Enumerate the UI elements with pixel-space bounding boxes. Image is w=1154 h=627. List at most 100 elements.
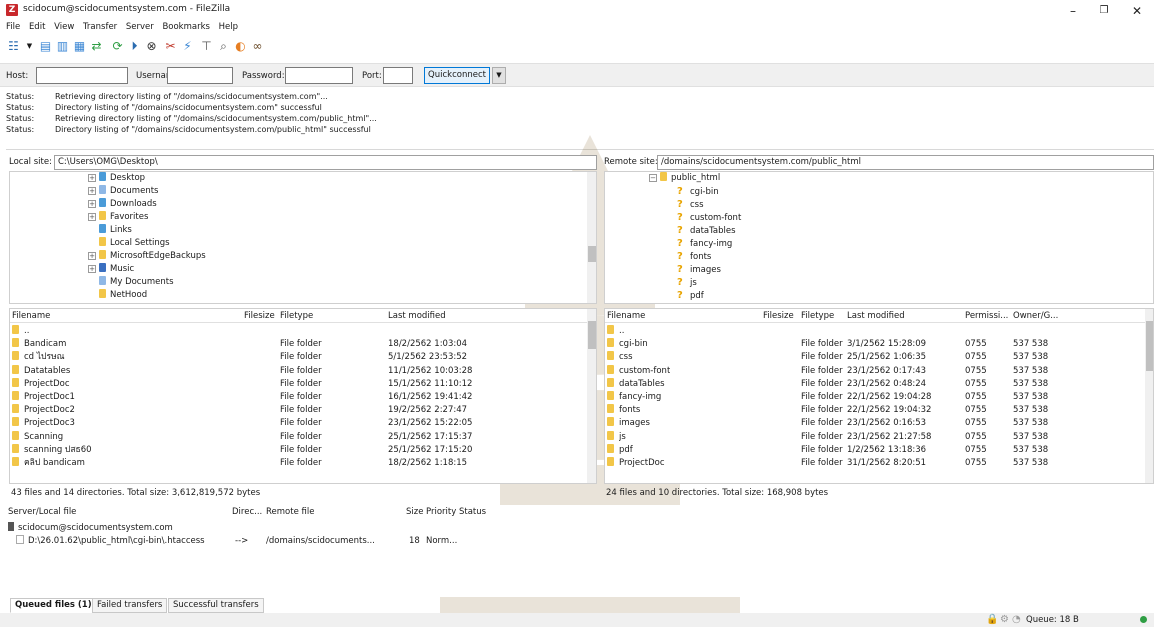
column-owner-group[interactable]: Owner/G... [1013, 310, 1058, 323]
local-site-path-input[interactable]: C:\Users\OMG\Desktop\ [54, 155, 597, 170]
menu-view[interactable]: View [54, 22, 74, 32]
file-row[interactable]: pdf File folder 1/2/2562 13:18:36 0755 537 5… [605, 443, 1153, 457]
tree-item-public-html[interactable]: − public_html [649, 172, 720, 185]
disconnect-icon[interactable]: ✂ [163, 39, 178, 54]
file-row[interactable]: fonts File folder 22/1/2562 19:04:32 0755 53… [605, 404, 1153, 417]
port-input[interactable] [383, 67, 413, 84]
toggle-local-tree-icon[interactable]: ▥ [55, 39, 70, 54]
file-row[interactable]: scanning ปสธ60 File folder 25/1/2562 17:15… [10, 443, 596, 457]
file-row[interactable]: css File folder 25/1/2562 1:06:35 0755 537 5… [605, 351, 1153, 364]
remote-site-path-input[interactable]: /domains/scidocumentsystem.com/public_ht… [657, 155, 1154, 170]
tree-item-remote[interactable]: ? js [677, 276, 697, 289]
menu-help[interactable]: Help [219, 22, 238, 32]
column-filename[interactable]: Filename [12, 310, 50, 323]
remote-directory-tree[interactable]: − public_html ? cgi-bin ? css ? custom-font … [604, 171, 1154, 304]
column-filesize[interactable]: Filesize [763, 310, 794, 323]
tab-queued-files[interactable]: Queued files (1) [10, 598, 97, 613]
tab-failed-transfers[interactable]: Failed transfers [92, 598, 168, 613]
queue-column-status[interactable]: Status [459, 506, 486, 519]
local-tree-scrollbar[interactable] [587, 172, 596, 303]
file-row[interactable]: fancy-img File folder 22/1/2562 19:04:28 07… [605, 391, 1153, 404]
queue-column-direction[interactable]: Direc... [232, 506, 262, 519]
minimize-button[interactable]: – [1058, 2, 1088, 20]
queue-column-file[interactable]: Server/Local file [8, 506, 76, 519]
queue-server-row[interactable]: scidocum@scidocumentsystem.com [8, 522, 173, 535]
file-row[interactable]: ProjectDoc3 File folder 23/1/2562 15:22:05 [10, 417, 596, 430]
tab-successful-transfers[interactable]: Successful transfers [168, 598, 264, 613]
quickconnect-dropdown-icon[interactable]: ▼ [492, 67, 506, 84]
queue-column-priority[interactable]: Priority [426, 506, 456, 519]
column-filename[interactable]: Filename [607, 310, 645, 323]
file-row[interactable]: ProjectDoc File folder 15/1/2562 11:10:12 [10, 377, 596, 391]
column-permissions[interactable]: Permissi... [965, 310, 1008, 323]
tree-item-nethood[interactable]: NetHood [99, 289, 147, 302]
tree-item-remote[interactable]: ? dataTables [677, 224, 736, 237]
sync-browsing-icon[interactable]: ◐ [233, 39, 248, 54]
tree-item-remote[interactable]: ? pdf [677, 289, 704, 302]
toggle-message-log-icon[interactable]: ▤ [38, 39, 53, 54]
tree-item-music[interactable]: + Music [88, 263, 134, 276]
tree-item-favorites[interactable]: + Favorites [88, 211, 148, 224]
scrollbar-thumb[interactable] [588, 321, 596, 349]
tree-item-downloads[interactable]: + Downloads [88, 198, 157, 211]
search-remote-icon[interactable]: ∞ [250, 39, 265, 54]
site-manager-icon[interactable]: ☷ [6, 39, 21, 54]
file-row[interactable]: dataTables File folder 23/1/2562 0:48:24 07… [605, 377, 1153, 391]
reconnect-icon[interactable]: ⚡ [180, 39, 195, 54]
file-row[interactable]: images File folder 23/1/2562 0:16:53 0755 53… [605, 417, 1153, 430]
column-filetype[interactable]: Filetype [280, 310, 313, 323]
site-manager-dropdown-icon[interactable]: ▼ [22, 39, 37, 54]
tree-item-remote[interactable]: ? fancy-img [677, 237, 732, 250]
queue-column-size[interactable]: Size [406, 506, 423, 519]
menu-file[interactable]: File [6, 22, 20, 32]
tree-item-local-settings[interactable]: Local Settings [99, 237, 170, 250]
tree-item-remote[interactable]: ? images [677, 263, 721, 276]
username-input[interactable] [167, 67, 233, 84]
refresh-icon[interactable]: ⟳ [110, 39, 125, 54]
tree-item-desktop[interactable]: + Desktop [88, 172, 145, 185]
remote-list-scrollbar[interactable] [1145, 309, 1153, 483]
column-filesize[interactable]: Filesize [244, 310, 275, 323]
menu-transfer[interactable]: Transfer [83, 22, 117, 32]
tree-item-microsoftedgebackups[interactable]: + MicrosoftEdgeBackups [88, 250, 206, 263]
tree-item-links[interactable]: Links [99, 224, 132, 237]
toggle-remote-tree-icon[interactable]: ▦ [72, 39, 87, 54]
host-input[interactable] [36, 67, 128, 84]
maximize-button[interactable]: ❐ [1089, 2, 1119, 20]
file-row[interactable]: ProjectDoc2 File folder 19/2/2562 2:27:47 [10, 404, 596, 417]
tree-item-remote[interactable]: ? fonts [677, 250, 711, 263]
scrollbar-thumb[interactable] [588, 246, 596, 262]
tree-item-my-documents[interactable]: My Documents [99, 276, 174, 289]
transfer-queue[interactable]: Server/Local file Direc... Remote file S… [6, 505, 1154, 597]
compare-icon[interactable]: ⌕ [216, 39, 231, 54]
remote-file-list[interactable]: Filename Filesize Filetype Last modified… [604, 308, 1154, 484]
file-row[interactable]: Scanning File folder 25/1/2562 17:15:37 [10, 430, 596, 444]
file-row[interactable]: Datatables File folder 11/1/2562 10:03:28 [10, 364, 596, 378]
tree-item-remote[interactable]: ? cgi-bin [677, 185, 719, 198]
file-row[interactable]: ProjectDoc1 File folder 16/1/2562 19:41:42 [10, 391, 596, 404]
file-row[interactable]: .. [605, 325, 1153, 338]
file-row[interactable]: cgi-bin File folder 3/1/2562 15:28:09 0755 5… [605, 338, 1153, 351]
tree-item-remote[interactable]: ? css [677, 198, 704, 211]
filter-icon[interactable]: ⊤ [199, 39, 214, 54]
file-row[interactable]: ProjectDoc File folder 31/1/2562 8:20:51 07… [605, 457, 1153, 470]
file-row[interactable]: .. [10, 325, 596, 338]
queue-item-row[interactable]: D:\26.01.62\public_html\cgi-bin\.htacces… [6, 535, 1154, 548]
menu-edit[interactable]: Edit [29, 22, 45, 32]
file-row[interactable]: คลิป bandicam File folder 18/2/2562 1:18:1… [10, 457, 596, 470]
local-file-list[interactable]: Filename Filesize Filetype Last modified… [9, 308, 597, 484]
tree-item-documents[interactable]: + Documents [88, 185, 158, 198]
scrollbar-thumb[interactable] [1146, 321, 1153, 371]
close-button[interactable]: ✕ [1122, 2, 1152, 20]
tree-item-remote[interactable]: ? custom-font [677, 211, 741, 224]
local-list-scrollbar[interactable] [587, 309, 596, 483]
column-filetype[interactable]: Filetype [801, 310, 834, 323]
menu-bookmarks[interactable]: Bookmarks [162, 22, 210, 32]
file-row[interactable]: Bandicam File folder 18/2/2562 1:03:04 [10, 338, 596, 351]
file-row[interactable]: cd ไปรษณ File folder 5/1/2562 23:53:52 [10, 351, 596, 364]
password-input[interactable] [285, 67, 353, 84]
queue-column-remote-file[interactable]: Remote file [266, 506, 314, 519]
column-last-modified[interactable]: Last modified [847, 310, 905, 323]
file-row[interactable]: js File folder 23/1/2562 21:27:58 0755 537 5… [605, 430, 1153, 444]
quickconnect-button[interactable]: Quickconnect [424, 67, 490, 84]
